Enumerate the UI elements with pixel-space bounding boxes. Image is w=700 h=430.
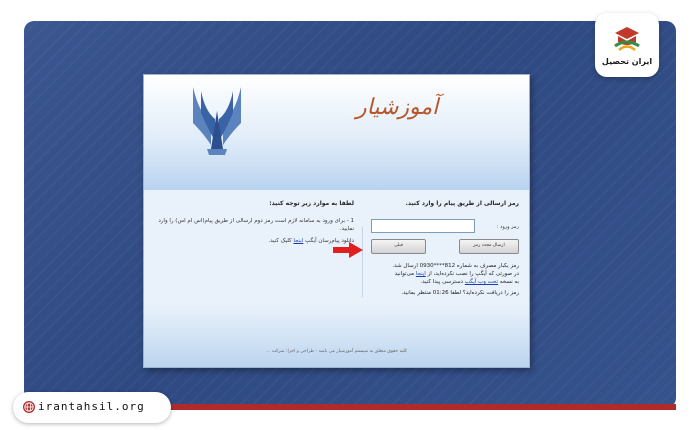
- sms-info-line-3: به نسخه تحت وب آیگپ دسترسی پیدا کنید.: [365, 278, 519, 286]
- login-header: آموزشیار: [144, 75, 529, 190]
- brand-logo-icon: [614, 27, 640, 51]
- instructions-title: لطفا به موارد زیر توجه کنید:: [269, 200, 354, 207]
- brand-logo-card: ایران تحصیل: [595, 13, 659, 77]
- globe-icon: [23, 401, 35, 413]
- website-tag: irantahsil.org: [13, 392, 171, 423]
- login-form-title: رمز ارسالی از طریق پیام را وارد کنید.: [405, 200, 519, 207]
- instruction-2-suffix: کلیک کنید.: [268, 238, 292, 244]
- back-button[interactable]: قبلی: [371, 239, 426, 254]
- resend-code-button[interactable]: ارسال مجدد رمز: [459, 239, 519, 254]
- igap-web-link[interactable]: تحت وب آیگپ: [465, 279, 498, 285]
- sms-info-line-2-prefix: در صورتی که آیگپ را نصب نکرده‌اید، از: [427, 271, 519, 277]
- website-url: irantahsil.org: [38, 400, 145, 413]
- sms-info-line-2-suffix: می‌توانید: [394, 271, 415, 277]
- retry-countdown-text: رمز را دریافت نکرده‌اید؟ لطفا 01:26 منتظ…: [401, 290, 519, 296]
- otp-password-input[interactable]: [371, 219, 475, 233]
- column-divider: [362, 227, 363, 297]
- sms-info-text: رمز یکبار مصرف به شماره 812****0930 ارسا…: [365, 262, 519, 286]
- sms-info-line-3-prefix: به نسخه: [499, 279, 519, 285]
- igap-install-link[interactable]: اینجا: [416, 271, 426, 277]
- igap-download-link[interactable]: اینجا: [293, 238, 303, 244]
- sms-info-line-2: در صورتی که آیگپ را نصب نکرده‌اید، از ای…: [365, 270, 519, 278]
- login-window: آموزشیار لطفا به موارد زیر توجه کنید: 1 …: [143, 74, 530, 368]
- login-footer: کلیه حقوق متعلق به سیستم آموزشیار می باش…: [266, 349, 407, 354]
- red-arrow-icon: [333, 242, 363, 258]
- brand-name: ایران تحصیل: [601, 57, 653, 66]
- sms-info-line-1: رمز یکبار مصرف به شماره 812****0930 ارسا…: [392, 263, 519, 269]
- instruction-item-1: 1 - برای ورود به سامانه لازم است رمز دوم…: [158, 218, 354, 232]
- system-title: آموزشیار: [356, 95, 439, 120]
- university-logo-icon: [193, 87, 241, 155]
- sms-info-line-3-suffix: دسترسی پیدا کنید.: [420, 279, 464, 285]
- password-label: رمز ورود :: [496, 224, 519, 230]
